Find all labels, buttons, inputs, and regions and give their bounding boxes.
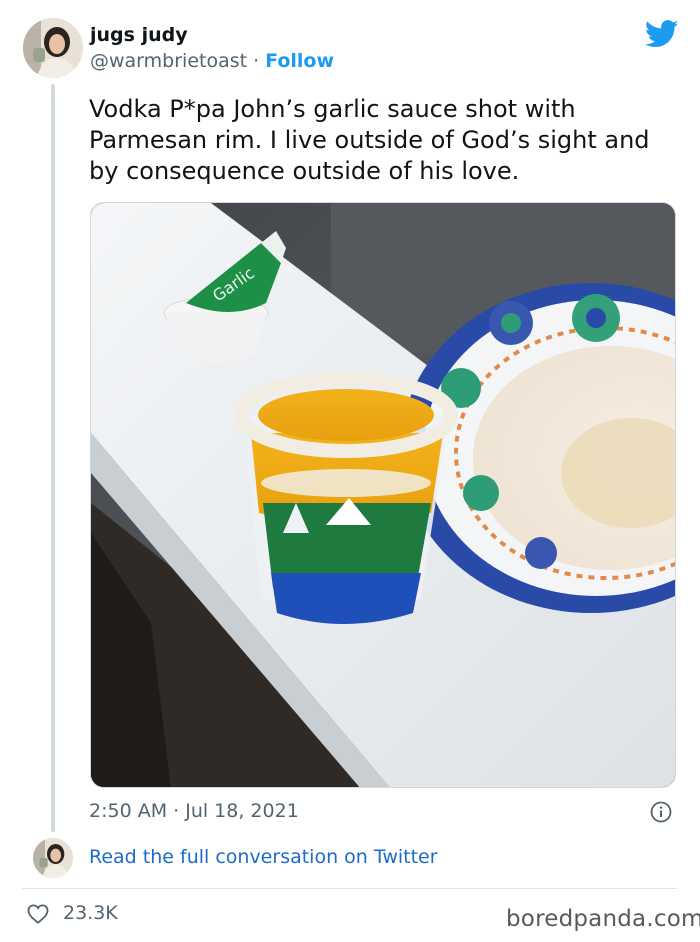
info-icon[interactable] [650,801,672,823]
avatar-small-photo [33,838,73,878]
tweet-photo[interactable]: Garlic [90,202,676,788]
tweet-timestamp[interactable]: 2:50 AM · Jul 18, 2021 [89,800,299,822]
photo-shot-glass-scene: Garlic [91,203,675,787]
tweet-text: Vodka P*pa John’s garlic sauce shot with… [89,95,650,185]
separator-dot: · [253,50,260,72]
author-handle-row: @warmbrietoast · Follow [90,50,334,72]
author-handle[interactable]: @warmbrietoast [90,50,247,72]
follow-button[interactable]: Follow [265,50,334,72]
like-count: 23.3K [63,902,118,924]
thread-line [51,84,55,832]
twitter-bird-icon[interactable] [645,20,679,48]
heart-icon[interactable] [27,904,49,924]
divider [22,888,677,889]
author-display-name[interactable]: jugs judy [90,24,188,46]
avatar-small[interactable] [33,838,73,878]
watermark: boredpanda.com [506,906,700,932]
tweet-embed: jugs judy @warmbrietoast · Follow Vodka P*… [0,0,700,942]
read-conversation-link[interactable]: Read the full conversation on Twitter [89,846,438,868]
avatar[interactable] [23,18,83,78]
avatar-photo [23,18,83,78]
